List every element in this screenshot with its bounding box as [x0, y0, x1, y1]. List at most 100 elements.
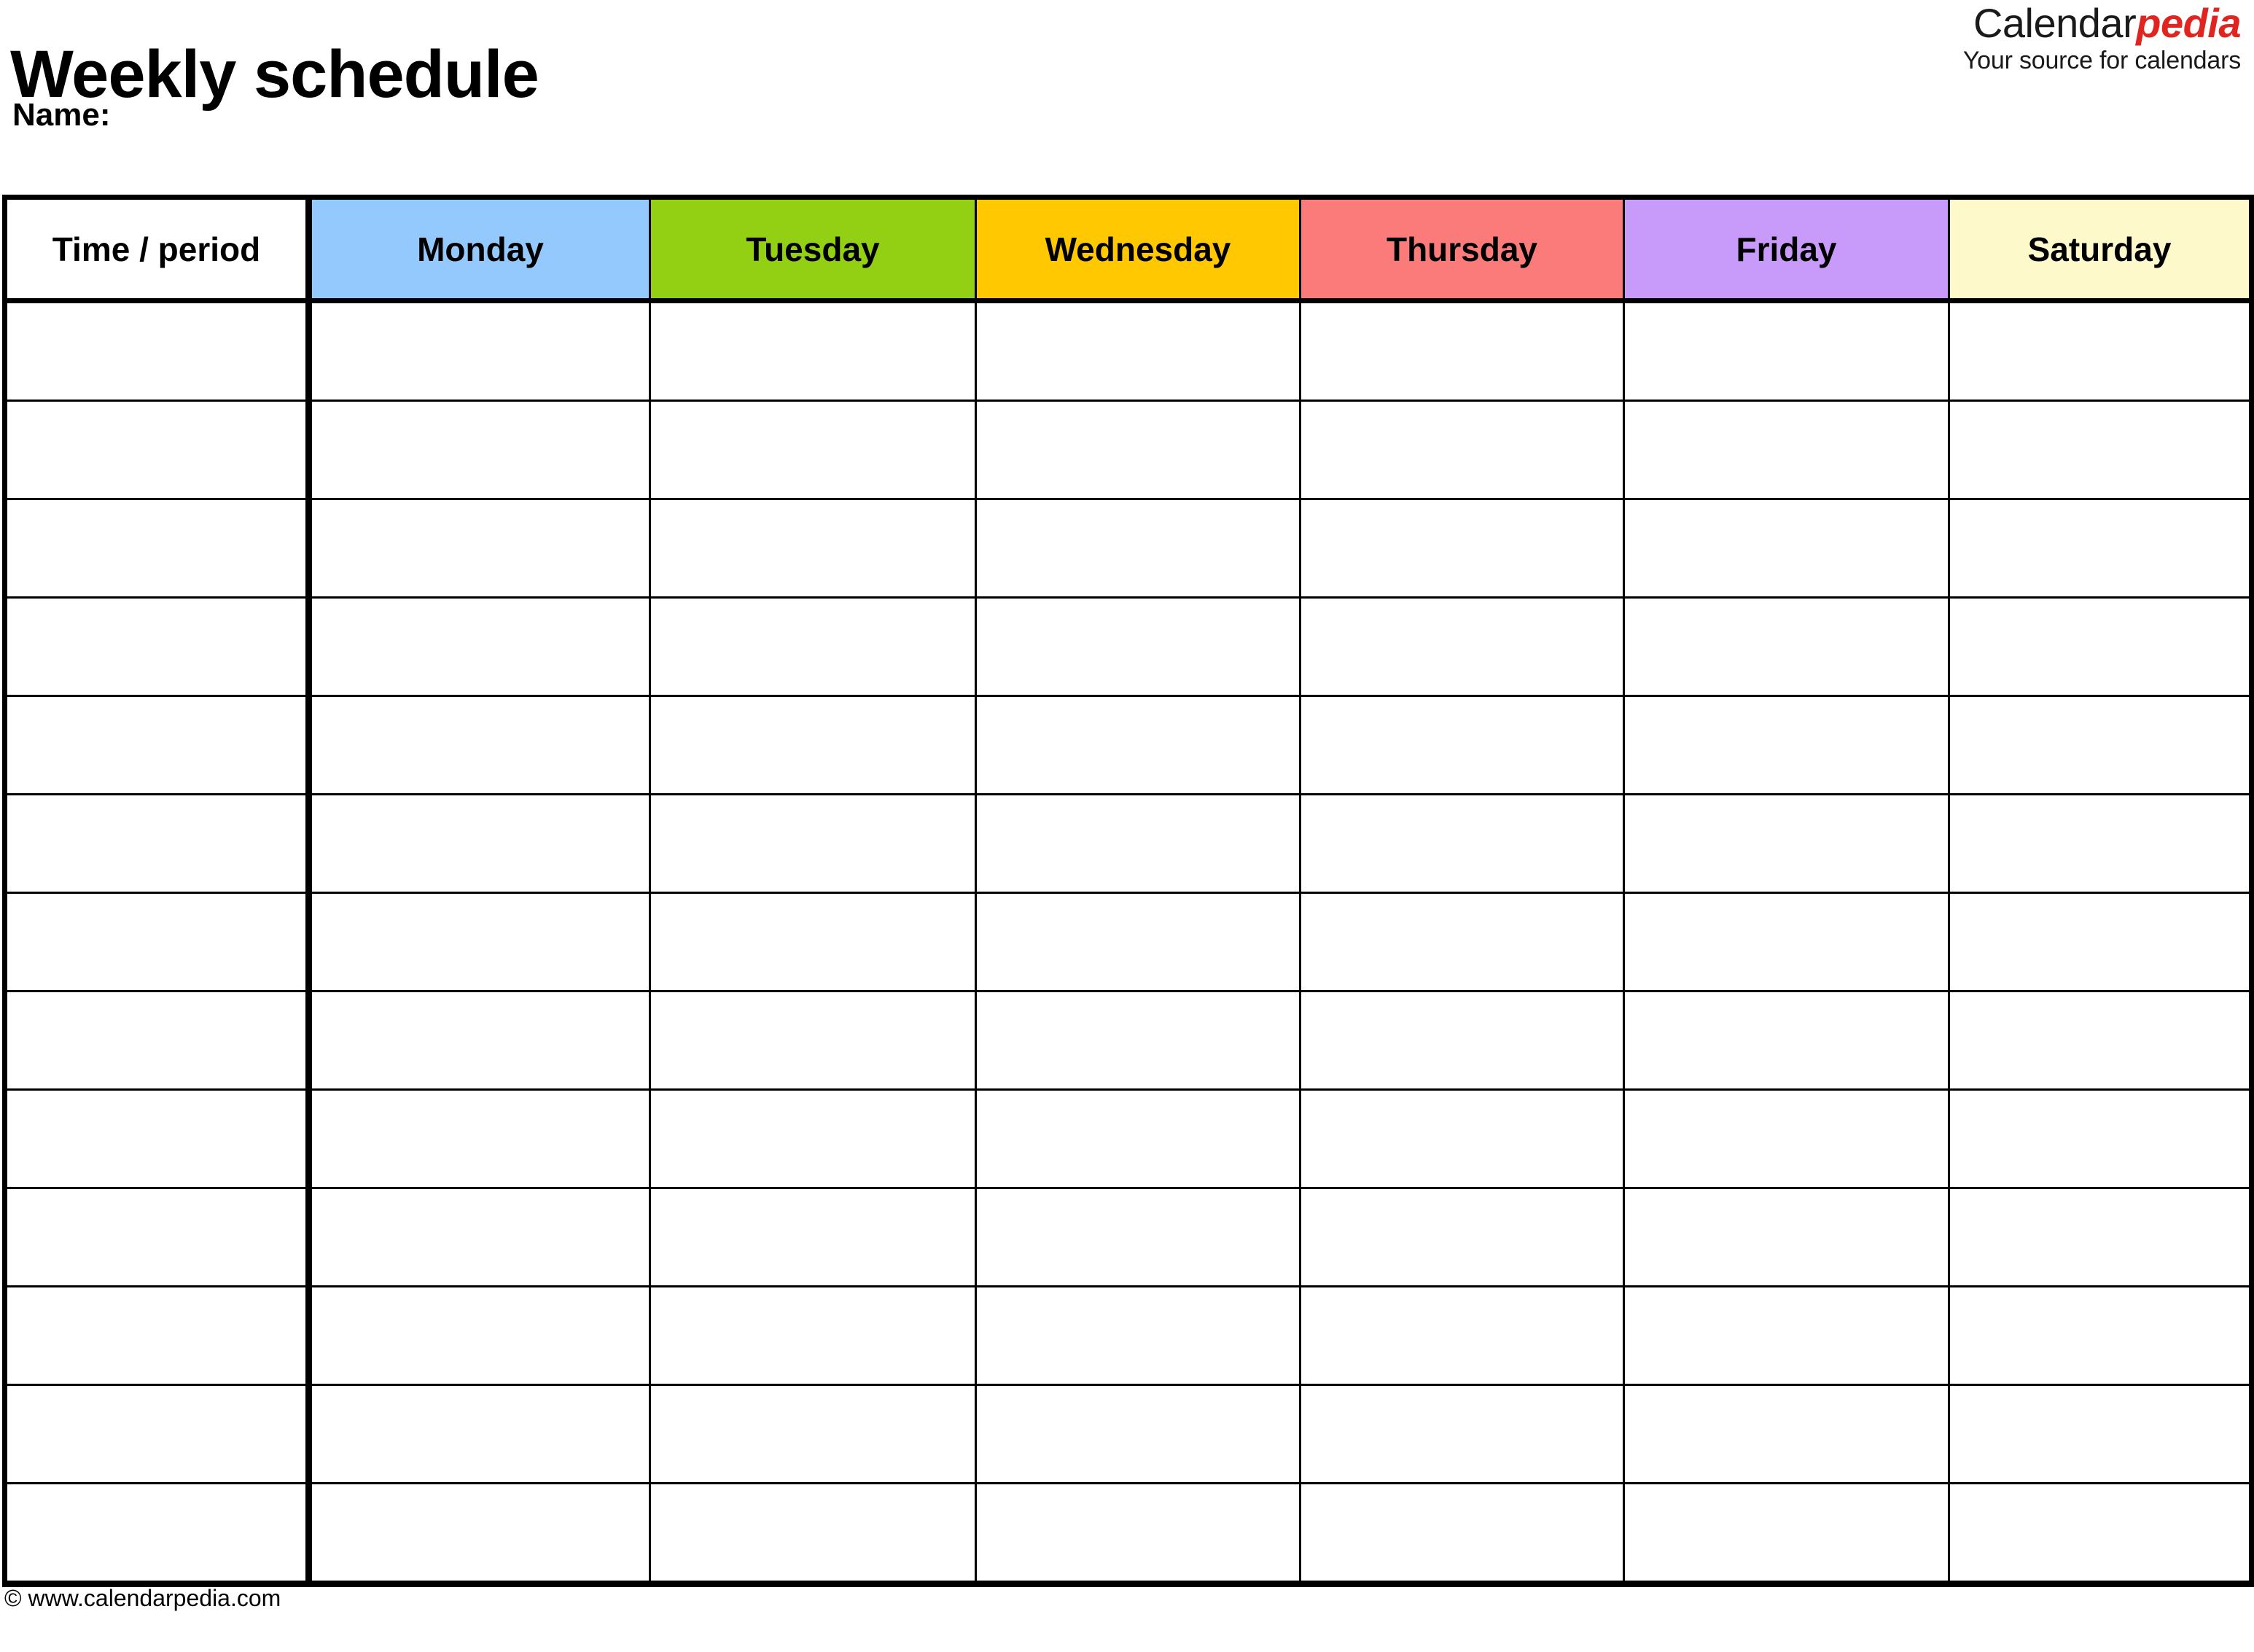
schedule-cell-time[interactable]: [2, 300, 312, 402]
schedule-cell-friday[interactable]: [1623, 793, 1950, 894]
schedule-row: [2, 1285, 2254, 1386]
schedule-cell-time[interactable]: [2, 892, 312, 992]
schedule-cell-monday[interactable]: [308, 400, 651, 500]
schedule-cell-tuesday[interactable]: [649, 596, 977, 697]
schedule-cell-monday[interactable]: [308, 1285, 651, 1386]
schedule-cell-tuesday[interactable]: [649, 1384, 977, 1484]
schedule-cell-friday[interactable]: [1623, 1384, 1950, 1484]
schedule-cell-time[interactable]: [2, 400, 312, 500]
schedule-cell-wednesday[interactable]: [975, 1187, 1301, 1287]
schedule-cell-saturday[interactable]: [1948, 1482, 2254, 1587]
schedule-cell-time[interactable]: [2, 695, 312, 795]
schedule-cell-tuesday[interactable]: [649, 1187, 977, 1287]
schedule-cell-monday[interactable]: [308, 498, 651, 599]
schedule-cell-monday[interactable]: [308, 1384, 651, 1484]
schedule-cell-friday[interactable]: [1623, 1482, 1950, 1587]
schedule-cell-wednesday[interactable]: [975, 793, 1301, 894]
schedule-cell-thursday[interactable]: [1299, 300, 1625, 402]
schedule-cell-saturday[interactable]: [1948, 695, 2254, 795]
schedule-cell-saturday[interactable]: [1948, 1384, 2254, 1484]
schedule-cell-friday[interactable]: [1623, 990, 1950, 1091]
schedule-cell-wednesday[interactable]: [975, 990, 1301, 1091]
schedule-table-container: Time / period Monday Tuesday Wednesday Thurs…: [2, 195, 2254, 1587]
schedule-cell-thursday[interactable]: [1299, 1285, 1625, 1386]
schedule-cell-wednesday[interactable]: [975, 400, 1301, 500]
schedule-cell-friday[interactable]: [1623, 892, 1950, 992]
schedule-cell-monday[interactable]: [308, 596, 651, 697]
schedule-cell-tuesday[interactable]: [649, 1088, 977, 1189]
schedule-cell-friday[interactable]: [1623, 1187, 1950, 1287]
schedule-cell-thursday[interactable]: [1299, 892, 1625, 992]
column-header-saturday: Saturday: [1948, 195, 2254, 303]
schedule-cell-wednesday[interactable]: [975, 1285, 1301, 1386]
schedule-cell-thursday[interactable]: [1299, 793, 1625, 894]
schedule-cell-friday[interactable]: [1623, 596, 1950, 697]
schedule-cell-monday[interactable]: [308, 793, 651, 894]
schedule-cell-tuesday[interactable]: [649, 1285, 977, 1386]
schedule-cell-monday[interactable]: [308, 990, 651, 1091]
schedule-cell-saturday[interactable]: [1948, 400, 2254, 500]
schedule-cell-wednesday[interactable]: [975, 596, 1301, 697]
schedule-cell-time[interactable]: [2, 596, 312, 697]
schedule-cell-saturday[interactable]: [1948, 1187, 2254, 1287]
schedule-cell-time[interactable]: [2, 1088, 312, 1189]
schedule-cell-saturday[interactable]: [1948, 793, 2254, 894]
schedule-cell-tuesday[interactable]: [649, 1482, 977, 1587]
schedule-cell-wednesday[interactable]: [975, 695, 1301, 795]
schedule-cell-wednesday[interactable]: [975, 300, 1301, 402]
schedule-cell-wednesday[interactable]: [975, 1384, 1301, 1484]
schedule-cell-thursday[interactable]: [1299, 990, 1625, 1091]
schedule-cell-tuesday[interactable]: [649, 695, 977, 795]
schedule-cell-thursday[interactable]: [1299, 400, 1625, 500]
schedule-cell-tuesday[interactable]: [649, 892, 977, 992]
schedule-cell-saturday[interactable]: [1948, 498, 2254, 599]
schedule-cell-friday[interactable]: [1623, 498, 1950, 599]
schedule-cell-tuesday[interactable]: [649, 300, 977, 402]
schedule-cell-monday[interactable]: [308, 892, 651, 992]
schedule-row: [2, 990, 2254, 1091]
schedule-cell-time[interactable]: [2, 990, 312, 1091]
schedule-cell-friday[interactable]: [1623, 400, 1950, 500]
schedule-cell-thursday[interactable]: [1299, 1088, 1625, 1189]
schedule-cell-tuesday[interactable]: [649, 990, 977, 1091]
schedule-row: [2, 1088, 2254, 1189]
schedule-cell-friday[interactable]: [1623, 1088, 1950, 1189]
schedule-cell-tuesday[interactable]: [649, 793, 977, 894]
schedule-cell-time[interactable]: [2, 498, 312, 599]
schedule-row: [2, 1187, 2254, 1287]
schedule-cell-time[interactable]: [2, 793, 312, 894]
schedule-cell-wednesday[interactable]: [975, 892, 1301, 992]
schedule-cell-friday[interactable]: [1623, 1285, 1950, 1386]
schedule-cell-monday[interactable]: [308, 695, 651, 795]
schedule-cell-time[interactable]: [2, 1187, 312, 1287]
schedule-cell-saturday[interactable]: [1948, 990, 2254, 1091]
schedule-cell-thursday[interactable]: [1299, 498, 1625, 599]
schedule-cell-saturday[interactable]: [1948, 1285, 2254, 1386]
schedule-cell-tuesday[interactable]: [649, 498, 977, 599]
column-header-wednesday: Wednesday: [975, 195, 1301, 303]
schedule-cell-saturday[interactable]: [1948, 1088, 2254, 1189]
schedule-cell-monday[interactable]: [308, 300, 651, 402]
schedule-cell-time[interactable]: [2, 1384, 312, 1484]
schedule-cell-saturday[interactable]: [1948, 300, 2254, 402]
schedule-cell-wednesday[interactable]: [975, 1088, 1301, 1189]
schedule-cell-friday[interactable]: [1623, 695, 1950, 795]
schedule-cell-wednesday[interactable]: [975, 498, 1301, 599]
schedule-cell-thursday[interactable]: [1299, 596, 1625, 697]
schedule-cell-monday[interactable]: [308, 1088, 651, 1189]
schedule-cell-thursday[interactable]: [1299, 1482, 1625, 1587]
schedule-cell-thursday[interactable]: [1299, 1384, 1625, 1484]
schedule-cell-monday[interactable]: [308, 1482, 651, 1587]
schedule-cell-saturday[interactable]: [1948, 596, 2254, 697]
schedule-cell-saturday[interactable]: [1948, 892, 2254, 992]
brand-word-calendar: Calendar: [1973, 0, 2137, 46]
schedule-cell-thursday[interactable]: [1299, 1187, 1625, 1287]
schedule-cell-tuesday[interactable]: [649, 400, 977, 500]
schedule-cell-time[interactable]: [2, 1482, 312, 1587]
schedule-cell-time[interactable]: [2, 1285, 312, 1386]
schedule-cell-thursday[interactable]: [1299, 695, 1625, 795]
schedule-row: [2, 596, 2254, 697]
schedule-cell-monday[interactable]: [308, 1187, 651, 1287]
schedule-cell-friday[interactable]: [1623, 300, 1950, 402]
schedule-cell-wednesday[interactable]: [975, 1482, 1301, 1587]
